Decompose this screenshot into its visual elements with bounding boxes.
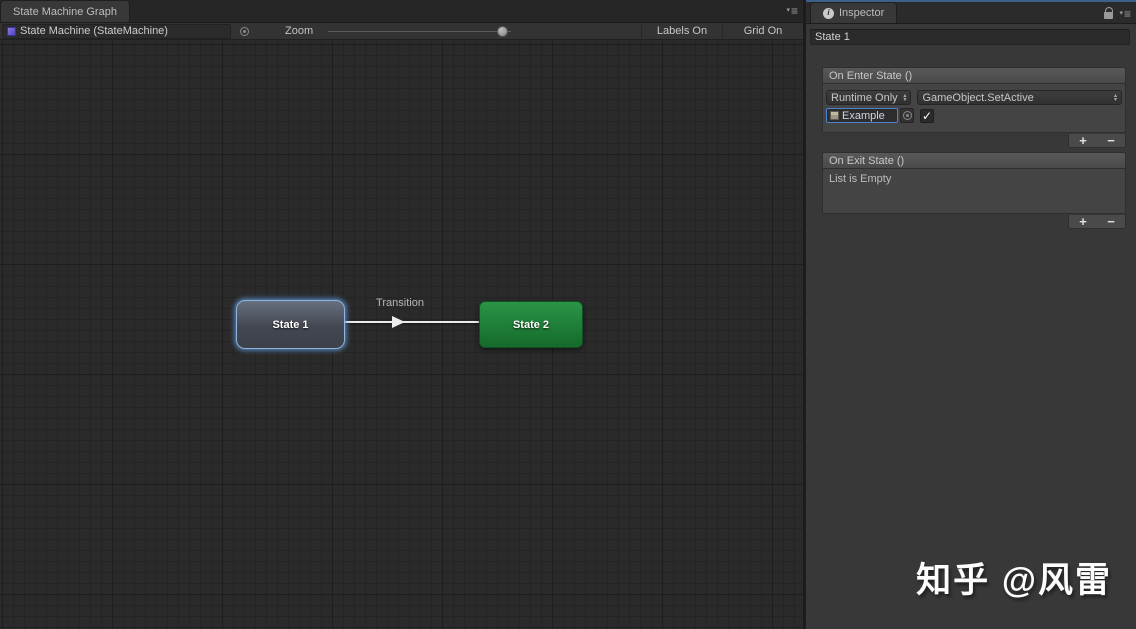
node-state-2-label: State 2 [513, 319, 549, 331]
gameobject-cube-icon [830, 111, 839, 120]
set-active-checkbox[interactable]: ✓ [920, 109, 934, 123]
graph-canvas[interactable]: Transition State 1 State 2 [0, 41, 803, 629]
on-enter-state-header[interactable]: On Enter State () [822, 67, 1126, 84]
updown-arrows-icon: ▴▾ [1114, 94, 1117, 102]
checkmark-icon: ✓ [922, 110, 932, 122]
zoom-slider-handle[interactable] [497, 26, 508, 37]
hamburger-icon: ≡ [1124, 9, 1130, 19]
on-enter-state-body: Runtime Only ▴▾ GameObject.SetActive ▴▾ [822, 84, 1126, 133]
tab-label: Inspector [839, 7, 884, 19]
remove-event-button[interactable]: − [1097, 135, 1125, 147]
info-icon: i [823, 8, 834, 19]
watermark: 知乎 @风雷 [916, 552, 1112, 603]
transition-edge-label: Transition [376, 297, 424, 309]
node-state-1-label: State 1 [272, 319, 308, 331]
object-field-label: State Machine (StateMachine) [20, 25, 168, 37]
on-exit-state-body: List is Empty [822, 169, 1126, 214]
event-mode-dropdown[interactable]: Runtime Only ▴▾ [826, 90, 911, 105]
pane-menu-icon[interactable]: ▾ ≡ [786, 6, 797, 16]
zoom-slider[interactable] [328, 24, 511, 39]
event-target-value: Example [842, 110, 885, 122]
script-icon [7, 27, 16, 36]
remove-event-button[interactable]: − [1097, 216, 1125, 228]
unity-editor-window: State Machine Graph ▾ ≡ State Machine (S… [0, 0, 1136, 629]
state-machine-object-field[interactable]: State Machine (StateMachine) [2, 24, 231, 39]
zoom-slider-track [328, 31, 511, 32]
graph-toolbar: State Machine (StateMachine) Zoom Labels… [0, 23, 803, 40]
list-empty-label: List is Empty [829, 173, 891, 185]
tab-label: State Machine Graph [13, 6, 117, 18]
object-picker-icon[interactable] [240, 27, 249, 36]
dropdown-arrow-icon: ▾ [786, 6, 790, 16]
object-picker-icon [903, 111, 912, 120]
state-machine-graph-panel: State Machine Graph ▾ ≡ State Machine (S… [0, 0, 803, 629]
inspector-tab-icons: ▾ ≡ [1104, 8, 1130, 19]
lock-icon[interactable] [1104, 12, 1113, 19]
inspector-tabstrip: i Inspector ▾ ≡ [806, 2, 1136, 24]
labels-toggle-button[interactable]: Labels On [641, 23, 722, 40]
tab-state-machine-graph[interactable]: State Machine Graph [0, 0, 130, 22]
add-event-button[interactable]: + [1069, 216, 1097, 228]
dropdown-arrow-icon: ▾ [1119, 9, 1123, 19]
state-name-field[interactable] [810, 29, 1130, 45]
list-footer-buttons: + − [1068, 134, 1126, 148]
on-exit-state-header[interactable]: On Exit State () [822, 152, 1126, 169]
event-dropdown-row: Runtime Only ▴▾ GameObject.SetActive ▴▾ [826, 90, 1122, 105]
event-target-object-field[interactable]: Example [826, 108, 898, 123]
tab-inspector[interactable]: i Inspector [810, 2, 897, 23]
grid-toggle-button[interactable]: Grid On [722, 23, 803, 40]
transition-edge-line[interactable] [345, 321, 479, 323]
graph-tabstrip: State Machine Graph ▾ ≡ [0, 0, 803, 23]
on-exit-state-footer: + − [822, 215, 1126, 230]
pane-menu-icon[interactable]: ▾ ≡ [1119, 9, 1130, 19]
inspector-panel: i Inspector ▾ ≡ On Enter State () Runtim… [806, 0, 1136, 629]
add-event-button[interactable]: + [1069, 135, 1097, 147]
event-target-row: Example ✓ [826, 108, 1122, 123]
transition-arrowhead-icon [392, 316, 405, 328]
event-function-dropdown[interactable]: GameObject.SetActive ▴▾ [917, 90, 1122, 105]
zoom-label: Zoom [285, 25, 313, 37]
list-footer-buttons: + − [1068, 215, 1126, 229]
object-picker-button[interactable] [900, 108, 914, 123]
on-enter-state-list: On Enter State () Runtime Only ▴▾ GameOb… [822, 67, 1126, 149]
event-function-value: GameObject.SetActive [922, 92, 1110, 104]
info-icon-glyph: i [827, 9, 829, 17]
hamburger-icon: ≡ [791, 6, 797, 16]
node-state-2[interactable]: State 2 [479, 301, 583, 348]
updown-arrows-icon: ▴▾ [903, 94, 906, 102]
on-enter-state-footer: + − [822, 134, 1126, 149]
on-exit-state-list: On Exit State () List is Empty + − [822, 152, 1126, 230]
event-mode-value: Runtime Only [831, 92, 899, 104]
node-state-1[interactable]: State 1 [236, 300, 345, 349]
